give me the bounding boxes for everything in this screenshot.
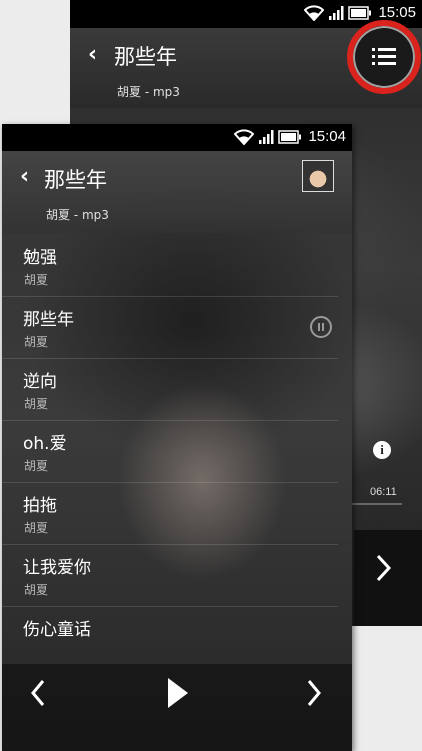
- song-title: 那些年: [23, 310, 74, 330]
- signal-icon: [259, 129, 274, 144]
- song-title: 那些年: [44, 168, 107, 192]
- screenshot-composite: 15:05 ‹ 那些年 胡夏 - mp3 i 06:11 15:04 ‹ 那些年…: [0, 0, 422, 751]
- next-icon[interactable]: [375, 553, 393, 583]
- progress-bar[interactable]: [352, 503, 402, 505]
- status-time: 15:04: [308, 128, 346, 145]
- song-title: 勉强: [23, 248, 57, 268]
- player-header: ‹ 那些年 胡夏 - mp3: [2, 151, 352, 233]
- song-artist: 胡夏: [24, 459, 49, 473]
- song-title: 那些年: [114, 45, 177, 69]
- song-title: 拍拖: [23, 496, 57, 516]
- playlist: 勉强 胡夏 那些年 胡夏 逆向 胡夏 oh.爱 胡夏 拍拖 胡夏 让我爱你 胡夏…: [2, 235, 352, 669]
- pause-icon[interactable]: [310, 316, 332, 338]
- wifi-icon: [304, 4, 325, 21]
- song-subtitle: 胡夏 - mp3: [46, 208, 109, 222]
- status-time: 15:05: [378, 4, 416, 21]
- front-playlist-screen: 15:04 ‹ 那些年 胡夏 - mp3 勉强 胡夏 那些年 胡夏 逆向 胡夏: [2, 124, 352, 751]
- playlist-item[interactable]: 勉强 胡夏: [2, 235, 338, 297]
- playlist-item[interactable]: 逆向 胡夏: [2, 359, 338, 421]
- album-art-thumbnail[interactable]: [302, 160, 334, 192]
- wifi-icon: [234, 128, 255, 145]
- playlist-item[interactable]: 拍拖 胡夏: [2, 483, 338, 545]
- song-artist: 胡夏: [24, 273, 49, 287]
- song-artist: 胡夏: [24, 335, 49, 349]
- playlist-item[interactable]: oh.爱 胡夏: [2, 421, 338, 483]
- status-bar: 15:04: [2, 124, 352, 151]
- song-title: 逆向: [23, 372, 57, 392]
- previous-icon[interactable]: [29, 678, 47, 708]
- next-icon[interactable]: [305, 678, 323, 708]
- song-artist: 胡夏: [24, 397, 49, 411]
- playlist-item[interactable]: 让我爱你 胡夏: [2, 545, 338, 607]
- battery-icon: [278, 129, 302, 144]
- info-icon[interactable]: i: [373, 441, 391, 459]
- song-artist: 胡夏: [24, 521, 49, 535]
- playback-controls: [2, 664, 352, 751]
- song-title: 让我爱你: [23, 558, 91, 578]
- signal-icon: [329, 5, 344, 20]
- playlist-button-highlight[interactable]: [347, 20, 421, 94]
- playlist-item[interactable]: 那些年 胡夏: [2, 297, 338, 359]
- song-title: 伤心童话: [23, 620, 91, 640]
- back-icon[interactable]: ‹: [88, 44, 97, 66]
- back-icon[interactable]: ‹: [20, 166, 29, 188]
- play-icon[interactable]: [166, 676, 190, 710]
- song-artist: 胡夏: [24, 583, 49, 597]
- playlist-item[interactable]: 伤心童话: [2, 607, 338, 669]
- song-title: oh.爱: [23, 434, 67, 454]
- song-subtitle: 胡夏 - mp3: [117, 85, 180, 99]
- playlist-icon: [372, 48, 396, 65]
- battery-icon: [348, 5, 372, 20]
- track-duration: 06:11: [370, 486, 397, 498]
